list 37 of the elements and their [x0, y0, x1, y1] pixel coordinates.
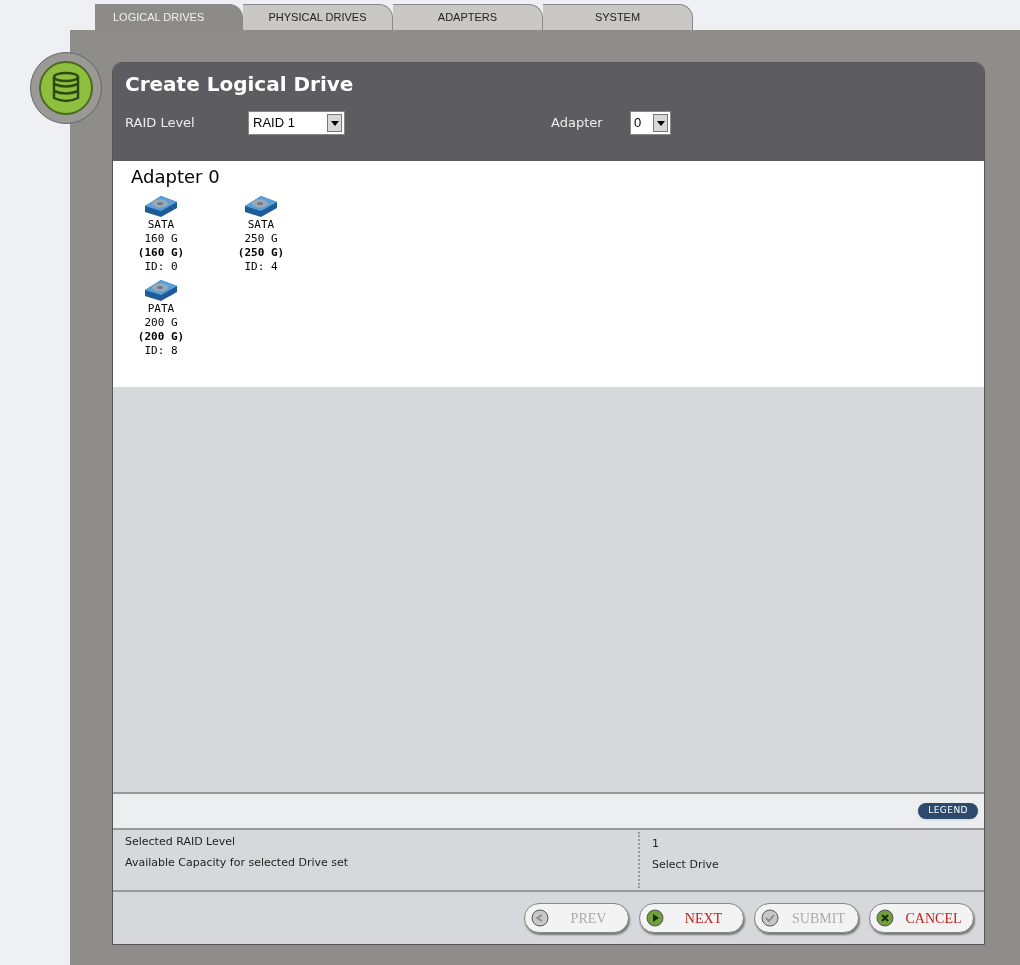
- raid-level-dropdown[interactable]: RAID 1: [248, 111, 345, 135]
- info-label: Available Capacity for selected Drive set: [125, 854, 350, 871]
- info-label: Selected RAID Level: [125, 834, 237, 850]
- adapter-dropdown[interactable]: 0: [630, 111, 671, 135]
- field-label: RAID Level: [125, 114, 196, 133]
- info-value: Select Drive: [652, 856, 720, 873]
- arrow-left-icon: [531, 909, 549, 927]
- drive-capacity: (250 G): [237, 246, 285, 260]
- caret-icon: [327, 114, 342, 132]
- drive-type: SATA: [147, 218, 175, 232]
- drive-type: PATA: [147, 302, 175, 316]
- drive-item[interactable]: SATA 250 G (250 G) ID: 4: [231, 192, 291, 274]
- drive-type: SATA: [247, 218, 275, 232]
- adapter-heading: Adapter 0: [131, 166, 220, 187]
- drive-size: 160 G: [144, 232, 178, 246]
- drive-id: ID: 0: [144, 260, 178, 274]
- drive-item[interactable]: PATA 200 G (200 G) ID: 8: [131, 276, 191, 358]
- drive-item[interactable]: SATA 160 G (160 G) ID: 0: [131, 192, 191, 274]
- tab[interactable]: ADAPTERS: [393, 4, 543, 30]
- tab[interactable]: PHYSICAL DRIVES: [243, 4, 393, 30]
- info-value: 1: [652, 836, 660, 852]
- drive-id: ID: 8: [144, 344, 178, 358]
- legend-button[interactable]: LEGEND: [918, 803, 978, 819]
- drive-id: ID: 4: [244, 260, 278, 274]
- checkmark-icon: [761, 909, 779, 927]
- drive-size: 250 G: [244, 232, 278, 246]
- wizard-button[interactable]: CANCEL: [869, 903, 974, 933]
- field-label: Adapter: [551, 114, 604, 133]
- caret-icon: [653, 114, 668, 132]
- x-icon: [876, 909, 894, 927]
- dialog-title: Create Logical Drive: [125, 71, 355, 98]
- drive-size: 200 G: [144, 316, 178, 330]
- tab[interactable]: SYSTEM: [543, 4, 693, 30]
- drive-capacity: (160 G): [137, 246, 185, 260]
- drive-capacity: (200 G): [137, 330, 185, 344]
- play-icon: [646, 909, 664, 927]
- wizard-button[interactable]: NEXT: [639, 903, 744, 933]
